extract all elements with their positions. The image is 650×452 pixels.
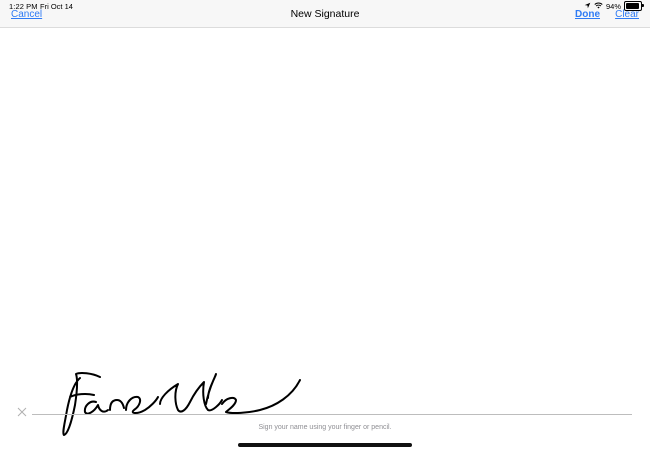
signature-baseline xyxy=(32,414,632,415)
close-icon[interactable] xyxy=(16,405,28,417)
signature-drawing xyxy=(62,372,301,436)
signature-hint: Sign your name using your finger or penc… xyxy=(258,424,392,431)
signature-screen: 1:22 PM Fri Oct 14 94% Cancel New Signat… xyxy=(0,0,650,452)
home-indicator[interactable] xyxy=(238,443,412,447)
